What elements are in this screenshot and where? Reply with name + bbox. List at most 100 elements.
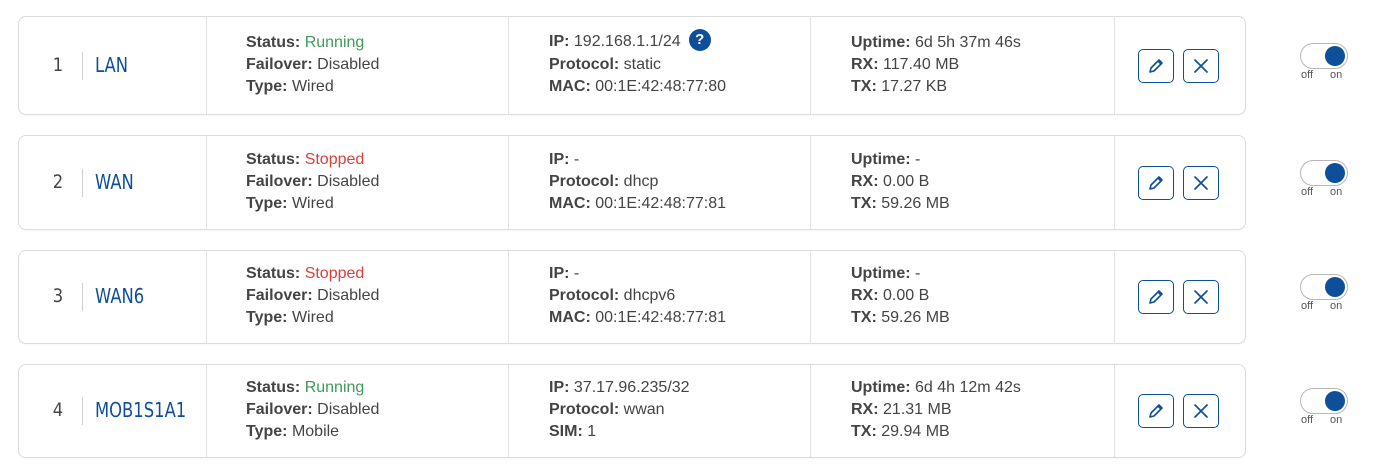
toggle-on-label: on: [1330, 300, 1343, 312]
address-column: IP: 37.17.96.235/32 Protocol: wwan SIM: 1: [549, 377, 690, 443]
type-value: Mobile: [291, 423, 340, 440]
close-icon: [1194, 175, 1208, 190]
status-value-label: Status:: [246, 265, 301, 282]
mac-value-label: MAC:: [549, 194, 591, 212]
failover-value: Disabled: [317, 287, 380, 304]
type-value: Wired: [291, 77, 334, 95]
tx-value-line: TX: 17.27 KB: [851, 76, 1021, 98]
mac-value-line: MAC: 00:1E:42:48:77:80: [549, 76, 726, 98]
column-divider: [810, 136, 811, 229]
tx-value: 59.26 MB: [881, 194, 950, 212]
column-divider: [810, 17, 811, 114]
protocol-value-line: Protocol: static: [549, 54, 726, 76]
toggle-on-label: on: [1330, 68, 1343, 81]
uptime-value-line: Uptime: -: [851, 263, 950, 285]
interface-index: 2: [52, 170, 64, 193]
column-divider: [508, 17, 509, 114]
enable-toggle[interactable]: [1300, 388, 1348, 414]
failover-value: Disabled: [317, 55, 380, 73]
rx-value: 117.40 MB: [883, 55, 960, 73]
column-divider: [206, 17, 207, 114]
uptime-value-line: Uptime: 6d 5h 37m 46s: [851, 32, 1021, 54]
close-icon: [1194, 290, 1208, 304]
enable-toggle[interactable]: [1300, 42, 1348, 69]
uptime-value-label: Uptime:: [851, 33, 911, 51]
sim-value: 1: [587, 423, 597, 440]
status-value-line: Status: Stopped: [246, 263, 379, 285]
rx-value-line: RX: 117.40 MB: [851, 54, 1021, 76]
edit-button[interactable]: [1138, 394, 1174, 428]
status-column: Status: Stopped Failover: Disabled Type: W…: [246, 263, 379, 329]
edit-button[interactable]: [1138, 48, 1174, 83]
interface-index: 3: [52, 285, 64, 307]
failover-value-line: Failover: Disabled: [246, 399, 379, 421]
toggle-off-label: off: [1301, 300, 1314, 312]
column-divider: [1114, 17, 1115, 114]
address-column: IP: 192.168.1.1/24? Protocol: static MAC: …: [549, 28, 726, 98]
interface-row: 1 LAN Status: Running Failover: Disabled Typ…: [0, 16, 1388, 115]
delete-button[interactable]: [1183, 48, 1219, 83]
protocol-value-line: Protocol: wwan: [549, 399, 690, 421]
tx-value-label: TX:: [851, 423, 877, 440]
mac-value: 00:1E:42:48:77:81: [595, 309, 726, 326]
mac-value-line: MAC: 00:1E:42:48:77:81: [549, 193, 726, 215]
delete-button[interactable]: [1183, 280, 1219, 314]
type-value-line: Type: Wired: [246, 76, 379, 98]
failover-value-line: Failover: Disabled: [246, 54, 379, 76]
rx-value-line: RX: 0.00 B: [851, 285, 950, 307]
column-divider: [810, 365, 811, 457]
name-divider: [82, 283, 83, 311]
toggle-on-label: on: [1330, 414, 1343, 426]
ip-value-label: IP:: [549, 265, 570, 282]
traffic-column: Uptime: - RX: 0.00 B TX: 59.26 MB: [851, 149, 950, 215]
help-icon[interactable]: ?: [688, 28, 711, 51]
pencil-icon: [1149, 175, 1163, 190]
status-value: Running: [304, 379, 365, 396]
rx-value-line: RX: 0.00 B: [851, 171, 950, 193]
edit-button[interactable]: [1138, 280, 1174, 314]
mac-value: 00:1E:42:48:77:80: [595, 77, 726, 95]
failover-value-label: Failover:: [246, 55, 313, 73]
close-icon: [1194, 404, 1208, 418]
toggle-off-label: off: [1301, 414, 1314, 426]
status-value: Stopped: [304, 150, 365, 168]
traffic-column: Uptime: 6d 5h 37m 46s RX: 117.40 MB TX: 17…: [851, 32, 1021, 98]
ip-value-label: IP:: [549, 150, 570, 168]
protocol-value: static: [623, 55, 662, 73]
column-divider: [206, 136, 207, 229]
delete-button[interactable]: [1183, 165, 1219, 200]
column-divider: [206, 365, 207, 457]
uptime-value-line: Uptime: 6d 4h 12m 42s: [851, 377, 1021, 399]
edit-button[interactable]: [1138, 165, 1174, 200]
interface-index: 4: [52, 399, 64, 421]
rx-value: 0.00 B: [883, 287, 930, 304]
toggle-knob: [1325, 162, 1345, 183]
ip-value-line: IP: 37.17.96.235/32: [549, 377, 690, 399]
tx-value-line: TX: 59.26 MB: [851, 307, 950, 329]
name-divider: [82, 51, 83, 80]
ip-value: -: [573, 265, 580, 282]
failover-value: Disabled: [317, 401, 380, 418]
name-divider: [82, 168, 83, 197]
uptime-value-label: Uptime:: [851, 379, 911, 396]
toggle-on-label: on: [1330, 185, 1343, 198]
interface-name: WAN6: [95, 284, 145, 308]
column-divider: [1114, 251, 1115, 343]
tx-value-line: TX: 59.26 MB: [851, 193, 950, 215]
status-value: Running: [304, 33, 365, 51]
ip-value-label: IP:: [549, 32, 570, 50]
delete-button[interactable]: [1183, 394, 1219, 428]
type-value: Wired: [291, 194, 334, 212]
toggle-knob: [1325, 277, 1345, 297]
ip-value-line: IP: -: [549, 149, 726, 171]
enable-toggle[interactable]: [1300, 274, 1348, 300]
mac-value-line: MAC: 00:1E:42:48:77:81: [549, 307, 726, 329]
column-divider: [1114, 365, 1115, 457]
rx-value-label: RX:: [851, 287, 879, 304]
status-value-label: Status:: [246, 379, 301, 396]
toggle-off-label: off: [1301, 185, 1314, 198]
rx-value: 0.00 B: [883, 172, 930, 190]
sim-value-label: SIM:: [549, 423, 583, 440]
enable-toggle[interactable]: [1300, 159, 1348, 186]
protocol-value-line: Protocol: dhcpv6: [549, 285, 726, 307]
